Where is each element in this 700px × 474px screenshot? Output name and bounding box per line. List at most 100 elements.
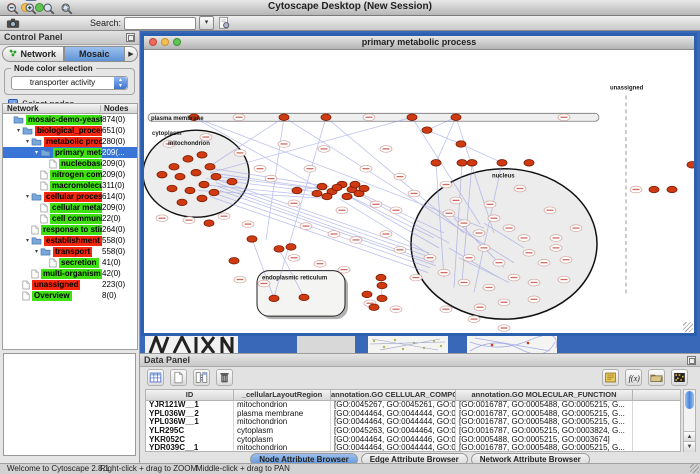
column-header[interactable]: annotation.GO MOLECULAR_FUNCTION: [456, 390, 633, 400]
tree-row[interactable]: macromolecule311(0): [3, 180, 137, 191]
tree-row[interactable]: cellular metabo209(0): [3, 202, 137, 213]
network-view-titlebar[interactable]: primary metabolic process: [144, 36, 694, 50]
node-color-selection-group: Node color selection transporter activit…: [4, 68, 135, 95]
table-row[interactable]: YPL036W__2plasma membrane[GO:0044464, GO…: [146, 410, 680, 419]
control-panel-title: Control Panel: [4, 32, 63, 42]
window-titlebar: Cytoscape Desktop (New Session): [0, 0, 700, 16]
advanced-search-icon[interactable]: [217, 16, 231, 30]
table-cell: cytoplasm: [234, 427, 331, 436]
tree-row[interactable]: unassigned223(0): [3, 279, 137, 290]
control-panel: Control Panel Network Mosaic ▶ Node colo…: [0, 31, 140, 463]
tree-row[interactable]: Overview8(0): [3, 290, 137, 301]
tree-row-label: nitrogen compo: [50, 170, 102, 180]
snapshot-icon[interactable]: [6, 16, 20, 30]
data-panel-title: Data Panel: [144, 355, 190, 365]
data-panel-toolbar: f(x): [140, 366, 700, 389]
table-cell: mitochondrion: [234, 401, 331, 410]
node-color-dropdown[interactable]: transporter activity ▲▼: [11, 76, 128, 90]
float-data-panel-icon[interactable]: [687, 356, 696, 365]
tree-row-count: 209(0): [102, 158, 125, 169]
tree-row[interactable]: ▾primary metabo209(...: [3, 147, 137, 158]
expand-triangle-icon[interactable]: ▾: [24, 193, 31, 200]
column-header[interactable]: ID: [146, 390, 234, 400]
zoom-in-icon[interactable]: [24, 2, 38, 16]
import-table-button[interactable]: [648, 369, 665, 386]
tree-row[interactable]: ▾biological_process651(0): [3, 125, 137, 136]
network-file-icon: [31, 269, 39, 279]
table-cell: [GO:0044464, GO:0044446, GO:0044444, G..…: [331, 436, 456, 445]
matrix-button[interactable]: [671, 369, 688, 386]
tree-row[interactable]: nitrogen compo209(0): [3, 169, 137, 180]
tab-mosaic[interactable]: Mosaic: [64, 46, 126, 62]
scrollbar-thumb[interactable]: [685, 391, 694, 409]
tab-network[interactable]: Network: [2, 46, 64, 62]
tree-row[interactable]: multi-organism pro42(0): [3, 268, 137, 279]
table-row[interactable]: YDR039C__1mitochondrion[GO:0044464, GO:0…: [146, 444, 680, 452]
network-canvas[interactable]: plasma membranecytoplasmmitochondrionnuc…: [144, 50, 694, 333]
search-dropdown-button[interactable]: ▾: [199, 16, 214, 30]
birdseye-view-panel[interactable]: [3, 353, 136, 456]
tree-row[interactable]: secretion41(0): [3, 257, 137, 268]
table-row[interactable]: YLR295Ccytoplasm[GO:0045263, GO:0044464,…: [146, 427, 680, 436]
tree-row[interactable]: ▾transport558(0): [3, 246, 137, 257]
tree-row-label: mosaic-demo-yeast: [26, 115, 102, 125]
network-canvas-wrap: plasma membranecytoplasmmitochondrionnuc…: [144, 50, 694, 333]
table-button[interactable]: [147, 369, 164, 386]
table-row[interactable]: YJR121W__1mitochondrion[GO:0045267, GO:0…: [146, 401, 680, 410]
attribute-panel-button[interactable]: [602, 369, 619, 386]
window-title: Cytoscape Desktop (New Session): [0, 1, 700, 12]
table-cell: [GO:0005488, GO:0005215, GO:0003674]: [456, 436, 633, 445]
search-input[interactable]: [124, 17, 196, 30]
zoom-selected-icon[interactable]: [60, 2, 74, 16]
tree-row[interactable]: ▾establishment of lo558(0): [3, 235, 137, 246]
tree-row-label: response to stimulu: [41, 225, 102, 235]
delete-attribute-button[interactable]: [216, 369, 233, 386]
table-cell: cytoplasm: [234, 436, 331, 445]
tree-row-count: 558(0): [102, 235, 125, 246]
dropdown-stepper-icon: ▲▼: [114, 77, 127, 89]
tree-row[interactable]: nucleobase-209(0): [3, 158, 137, 169]
tree-row-label: metabolic process: [44, 137, 102, 147]
table-cell: YLR295C: [146, 427, 234, 436]
scroll-down-icon[interactable]: ▼: [684, 441, 695, 452]
tree-row-count: 651(0): [102, 125, 125, 136]
tree-row[interactable]: cell communicat22(0): [3, 213, 137, 224]
svg-text:plasma membrane: plasma membrane: [151, 116, 204, 122]
network-file-icon: [22, 291, 30, 301]
zoom-actual-icon[interactable]: [42, 2, 56, 16]
folder-icon: [31, 192, 42, 201]
table-row[interactable]: YKR052Ccytoplasm[GO:0044464, GO:0044446,…: [146, 436, 680, 445]
select-attributes-button[interactable]: [193, 369, 210, 386]
table-row[interactable]: YPL036W__1mitochondrion[GO:0044464, GO:0…: [146, 418, 680, 427]
tree-row[interactable]: mosaic-demo-yeast874(0): [3, 114, 137, 125]
new-attribute-button[interactable]: [170, 369, 187, 386]
main-toolbar: Search: ▾: [0, 16, 700, 31]
function-builder-button[interactable]: f(x): [625, 369, 642, 386]
network-tree-icon: [9, 46, 17, 62]
column-header[interactable]: _cellularLayoutRegion: [234, 390, 331, 400]
expand-triangle-icon[interactable]: ▾: [15, 127, 22, 134]
table-scrollbar[interactable]: ▲ ▼: [683, 389, 696, 452]
tree-row[interactable]: ▾cellular process614(0): [3, 191, 137, 202]
more-tabs-button[interactable]: ▶: [125, 46, 138, 62]
float-panel-icon[interactable]: [126, 33, 135, 42]
tab-network-label: Network: [20, 46, 56, 62]
tree-row-count: 614(0): [102, 191, 125, 202]
status-pan-hint: Middle-click + drag to PAN: [196, 464, 290, 474]
table-cell: [GO:0016787, GO:0005488, GO:0005215, G..…: [456, 418, 633, 427]
window-resize-grip[interactable]: [690, 464, 699, 473]
column-header[interactable]: annotation.GO CELLULAR_COMPONENT: [331, 390, 456, 400]
expand-triangle-icon[interactable]: ▾: [24, 138, 31, 145]
view-resize-grip[interactable]: [683, 322, 693, 332]
zoom-out-icon[interactable]: [6, 2, 20, 16]
tree-row-label: cellular metabo: [50, 203, 102, 213]
expand-triangle-icon[interactable]: ▾: [33, 149, 40, 156]
expand-triangle-icon[interactable]: ▾: [33, 248, 40, 255]
network-view-window: primary metabolic process plasma membran…: [141, 33, 697, 336]
tree-row[interactable]: ▾metabolic process280(0): [3, 136, 137, 147]
tree-row[interactable]: response to stimulu264(0): [3, 224, 137, 235]
table-cell: [GO:0045267, GO:0045261, GO:0044464, G..…: [331, 401, 456, 410]
status-zoom-hint: Right-click + drag to ZOOM: [100, 464, 197, 474]
svg-text:unassigned: unassigned: [610, 86, 644, 92]
expand-triangle-icon[interactable]: ▾: [24, 237, 31, 244]
